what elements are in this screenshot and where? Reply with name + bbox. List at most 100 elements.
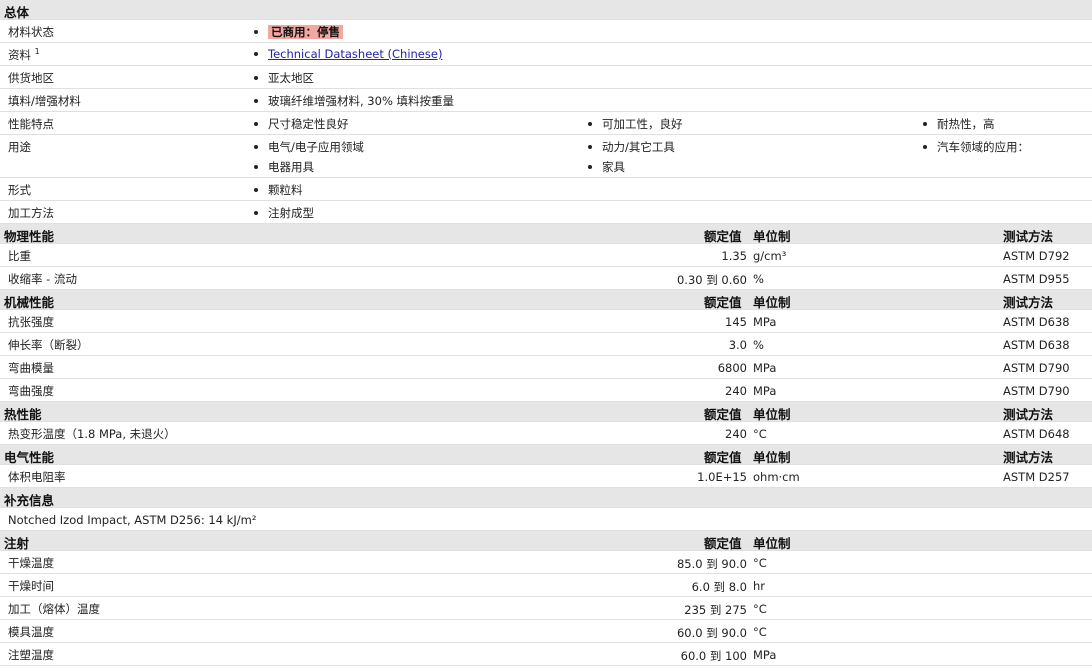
list-item: 电气/电子应用领域 [254,139,364,155]
overview-row-features: 性能特点 尺寸稳定性良好 可加工性，良好 耐热性，高 [0,112,1092,135]
row-value: 240 [725,384,747,398]
overview-row-filler: 填料/增强材料 玻璃纤维增强材料, 30% 填料按重量 [0,89,1092,112]
col-header-nominal: 额定值 [704,407,742,422]
datasheet-link[interactable]: Technical Datasheet (Chinese) [268,47,442,61]
status-badge: 已商用：停售 [268,25,343,39]
table-row: 热变形温度（1.8 MPa, 未退火） 240 °C ASTM D648 [0,422,1092,445]
table-row: 弯曲模量 6800 MPa ASTM D790 [0,356,1092,379]
row-value: 6800 [717,361,747,375]
physical-section-header: 物理性能 额定值 单位制 测试方法 [0,224,1092,244]
row-label: 加工（熔体）温度 [8,602,100,616]
overview-section-header: 总体 [0,0,1092,20]
supplementary-row: Notched Izod Impact, ASTM D256: 14 kJ/m² [0,508,1092,531]
section-title: 热性能 [4,407,42,422]
supplementary-text: Notched Izod Impact, ASTM D256: 14 kJ/m² [8,513,257,527]
section-title: 机械性能 [4,295,55,310]
row-label: 供货地区 [8,71,54,85]
row-value: 0.30 到 0.60 [676,273,747,287]
row-method: ASTM D790 [1003,384,1070,398]
col-header-method: 测试方法 [1003,295,1054,310]
col-header-unit: 单位制 [753,407,791,422]
row-unit: g/cm³ [753,249,787,263]
overview-row-uses: 用途 电气/电子应用领域 动力/其它工具 汽车领域的应用： 电器用具 家具 [0,135,1092,178]
row-method: ASTM D257 [1003,470,1070,484]
col-header-unit: 单位制 [753,229,791,244]
list-item: 电器用具 [254,159,314,175]
row-unit: MPa [753,315,777,329]
table-row: 弯曲强度 240 MPa ASTM D790 [0,379,1092,402]
list-item: Technical Datasheet (Chinese) [254,47,442,61]
row-unit: ohm·cm [753,470,800,484]
row-label: 模具温度 [8,625,54,639]
table-row: 体积电阻率 1.0E+15 ohm·cm ASTM D257 [0,465,1092,488]
injection-section-header: 注射 额定值 单位制 [0,531,1092,551]
row-label: 比重 [8,249,31,263]
row-value: 3.0 [728,338,747,352]
overview-row-form: 形式 颗粒料 [0,178,1092,201]
row-method: ASTM D790 [1003,361,1070,375]
overview-row-status: 材料状态 已商用：停售 [0,20,1092,43]
row-label: 注塑温度 [8,648,54,662]
overview-row-region: 供货地区 亚太地区 [0,66,1092,89]
row-label: 干燥时间 [8,579,54,593]
mechanical-section-header: 机械性能 额定值 单位制 测试方法 [0,290,1092,310]
row-label: 抗张强度 [8,315,54,329]
list-item: 耐热性，高 [923,116,995,132]
row-label: 材料状态 [8,25,54,39]
row-unit: MPa [753,361,777,375]
list-item: 动力/其它工具 [588,139,675,155]
row-method: ASTM D792 [1003,249,1070,263]
overview-row-process: 加工方法 注射成型 [0,201,1092,224]
row-value: 1.35 [721,249,747,263]
row-unit: MPa [753,648,777,662]
table-row: 比重 1.35 g/cm³ ASTM D792 [0,244,1092,267]
row-label: 弯曲模量 [8,361,54,375]
col-header-nominal: 额定值 [704,536,742,551]
row-value: 235 到 275 [684,603,747,617]
row-unit: °C [753,556,767,570]
row-label: 形式 [8,183,31,197]
row-unit: MPa [753,384,777,398]
table-row: 干燥温度 85.0 到 90.0 °C [0,551,1092,574]
row-method: ASTM D638 [1003,315,1070,329]
row-label: 干燥温度 [8,556,54,570]
row-value: 1.0E+15 [697,470,747,484]
list-item: 玻璃纤维增强材料, 30% 填料按重量 [254,93,454,109]
section-title: 补充信息 [4,493,55,508]
section-title: 总体 [4,5,30,20]
row-unit: °C [753,427,767,441]
list-item: 注射成型 [254,205,314,221]
col-header-unit: 单位制 [753,450,791,465]
row-value: 60.0 到 100 [680,649,747,663]
list-item: 尺寸稳定性良好 [254,116,349,132]
col-header-nominal: 额定值 [704,229,742,244]
table-row: 伸长率（断裂） 3.0 % ASTM D638 [0,333,1092,356]
col-header-method: 测试方法 [1003,229,1054,244]
table-row: 抗张强度 145 MPa ASTM D638 [0,310,1092,333]
row-value: 6.0 到 8.0 [691,580,747,594]
row-method: ASTM D648 [1003,427,1070,441]
row-value: 240 [725,427,747,441]
row-value: 60.0 到 90.0 [676,626,747,640]
row-unit: % [753,338,764,352]
section-title: 物理性能 [4,229,55,244]
list-item: 亚太地区 [254,70,314,86]
electrical-section-header: 电气性能 额定值 单位制 测试方法 [0,445,1092,465]
row-unit: hr [753,579,766,593]
row-value: 145 [725,315,747,329]
list-item: 汽车领域的应用： [923,139,1029,155]
row-label: 伸长率（断裂） [8,338,89,352]
supplementary-section-header: 补充信息 [0,488,1092,508]
row-label: 体积电阻率 [8,470,66,484]
table-row: 收缩率 - 流动 0.30 到 0.60 % ASTM D955 [0,267,1092,290]
table-row: 干燥时间 6.0 到 8.0 hr [0,574,1092,597]
col-header-unit: 单位制 [753,536,791,551]
col-header-nominal: 额定值 [704,450,742,465]
row-label: 资料 1 [8,47,40,62]
row-unit: °C [753,602,767,616]
row-label: 收缩率 - 流动 [8,272,77,286]
col-header-unit: 单位制 [753,295,791,310]
section-title: 电气性能 [4,450,55,465]
row-label: 弯曲强度 [8,384,54,398]
col-header-method: 测试方法 [1003,450,1054,465]
